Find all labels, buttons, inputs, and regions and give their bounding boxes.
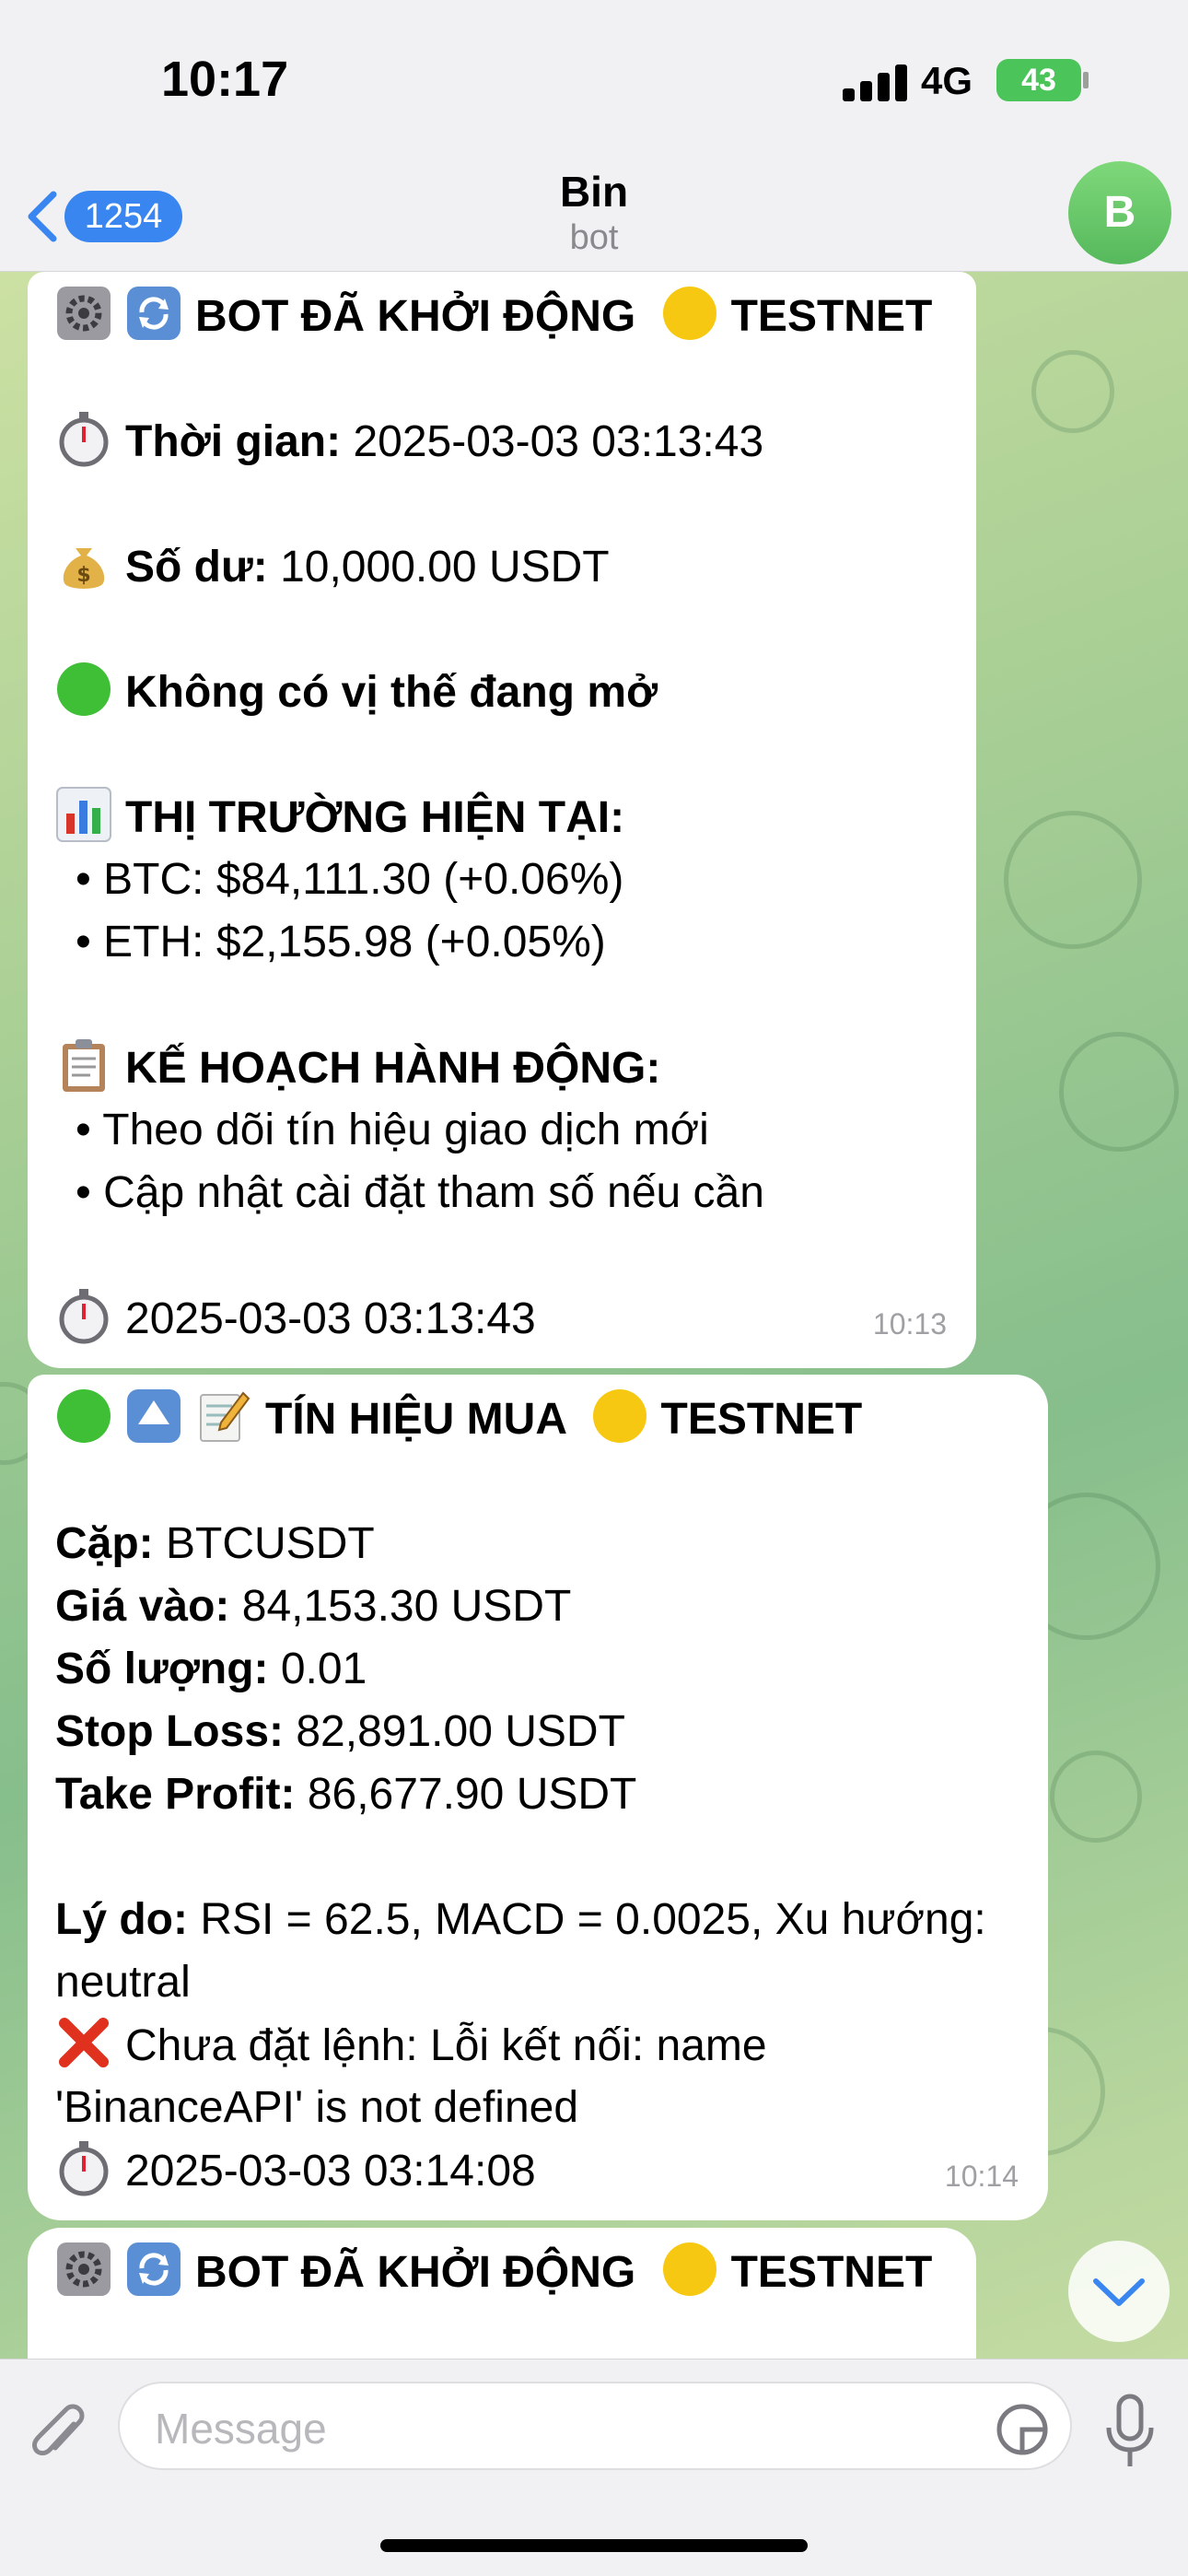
stopwatch-icon <box>59 1289 109 1344</box>
paperclip-icon[interactable] <box>26 2396 92 2470</box>
green-circle-icon <box>57 1389 111 1443</box>
yellow-circle-icon <box>592 1389 646 1443</box>
message-title: BOT ĐÃ KHỞI ĐỘNG <box>195 2248 636 2297</box>
money-bag-icon: $ <box>63 548 105 589</box>
entry-label: Giá vào: <box>55 1582 230 1631</box>
cellular-signal-icon <box>843 63 907 101</box>
reason-text-continued: neutral <box>55 1958 191 2007</box>
sticker-icon[interactable] <box>995 2402 1050 2457</box>
network-tag: TESTNET <box>660 1395 863 1444</box>
refresh-icon <box>127 287 181 340</box>
network-tag: TESTNET <box>730 2248 933 2297</box>
balance-value: 10,000.00 USDT <box>280 543 610 591</box>
plan-item: • Theo dõi tín hiệu giao dịch mới <box>76 1106 709 1154</box>
pair-label: Cặp: <box>55 1519 154 1568</box>
gear-icon <box>57 2242 111 2296</box>
message-title: TÍN HIỆU MUA <box>265 1395 566 1444</box>
bar-chart-icon <box>56 787 111 842</box>
home-indicator <box>380 2539 808 2552</box>
message-title-line: TÍN HIỆU MUA TESTNET <box>55 1388 862 1451</box>
take-profit-row: Take Profit: 86,677.90 USDT <box>55 1763 636 1826</box>
quantity-label: Số lượng: <box>55 1645 269 1693</box>
refresh-icon <box>127 2242 181 2296</box>
error-row: Chưa đặt lệnh: Lỗi kết nối: name <box>55 2014 767 2078</box>
chat-title[interactable]: Bin <box>0 167 1188 217</box>
take-profit-label: Take Profit: <box>55 1770 296 1819</box>
entry-value: 84,153.30 USDT <box>241 1582 572 1631</box>
stopwatch-icon <box>59 2141 109 2196</box>
status-time: 10:17 <box>161 52 289 107</box>
avatar[interactable]: B <box>1068 161 1171 264</box>
battery-icon: 43 <box>996 59 1081 101</box>
footer-time-row: 2025-03-03 03:14:08 <box>55 2139 536 2203</box>
error-text-continued: 'BinanceAPI' is not defined <box>55 2083 579 2132</box>
plan-item: • Cập nhật cài đặt tham số nếu cần <box>76 1168 764 1217</box>
message-bubble[interactable]: BOT ĐÃ KHỞI ĐỘNG TESTNET Thời gian: 2025… <box>28 272 976 1368</box>
microphone-icon[interactable] <box>1100 2393 1160 2472</box>
quantity-row: Số lượng: 0.01 <box>55 1638 367 1701</box>
yellow-circle-icon <box>662 2242 716 2296</box>
message-title-line: BOT ĐÃ KHỞI ĐỘNG TESTNET <box>55 285 932 348</box>
message-input[interactable]: Message <box>118 2382 1072 2470</box>
pair-row: Cặp: BTCUSDT <box>55 1513 375 1575</box>
balance-label: Số dư: <box>125 543 268 591</box>
chat-subtitle: bot <box>569 218 619 257</box>
quantity-value: 0.01 <box>280 1645 367 1693</box>
time-value: 2025-03-03 03:13:43 <box>353 417 764 466</box>
chevron-down-icon <box>1093 2278 1145 2306</box>
message-placeholder: Message <box>155 2405 327 2453</box>
plan-heading: KẾ HOẠCH HÀNH ĐỘNG: <box>125 1044 661 1093</box>
stop-loss-value: 82,891.00 USDT <box>296 1707 625 1756</box>
position-status: Không có vị thế đang mở <box>125 668 658 717</box>
svg-text:$: $ <box>76 564 90 587</box>
market-item: • BTC: $84,111.30 (+0.06%) <box>76 855 624 904</box>
clipboard-icon <box>63 1039 105 1092</box>
memo-icon <box>200 1391 250 1442</box>
chat-header: 1254 Bin bot B <box>0 161 1188 272</box>
market-heading-row: THỊ TRƯỜNG HIỆN TẠI: <box>55 786 624 849</box>
stop-loss-row: Stop Loss: 82,891.00 USDT <box>55 1701 625 1763</box>
balance-row: $ Số dư: 10,000.00 USDT <box>55 535 610 599</box>
message-bubble[interactable]: TÍN HIỆU MUA TESTNET Cặp: BTCUSDT Giá và… <box>28 1375 1048 2220</box>
footer-time: 2025-03-03 03:14:08 <box>125 2147 536 2195</box>
green-circle-icon <box>57 662 111 716</box>
market-item: • ETH: $2,155.98 (+0.05%) <box>76 918 606 966</box>
footer-time: 2025-03-03 03:13:43 <box>125 1294 536 1343</box>
entry-row: Giá vào: 84,153.30 USDT <box>55 1575 571 1638</box>
take-profit-value: 86,677.90 USDT <box>307 1770 637 1819</box>
battery-level: 43 <box>1021 63 1056 98</box>
footer-time-row: 2025-03-03 03:13:43 <box>55 1287 536 1351</box>
stop-loss-label: Stop Loss: <box>55 1707 284 1756</box>
market-heading: THỊ TRƯỜNG HIỆN TẠI: <box>125 793 625 842</box>
yellow-circle-icon <box>662 287 716 340</box>
message-title: BOT ĐÃ KHỞI ĐỘNG <box>195 292 636 341</box>
scroll-to-bottom-button[interactable] <box>1068 2241 1170 2342</box>
time-label: Thời gian: <box>125 417 342 466</box>
battery-cap <box>1083 72 1089 88</box>
position-row: Không có vị thế đang mở <box>55 661 658 724</box>
network-type: 4G <box>921 59 973 102</box>
message-timestamp: 10:14 <box>944 2160 1019 2193</box>
message-timestamp: 10:13 <box>872 1307 947 1341</box>
reason-text: RSI = 62.5, MACD = 0.0025, Xu hướng: <box>200 1895 986 1944</box>
cross-mark-icon <box>59 2018 109 2067</box>
pair-value: BTCUSDT <box>166 1519 375 1568</box>
up-arrow-icon <box>127 1389 181 1443</box>
time-row: Thời gian: 2025-03-03 03:13:43 <box>55 410 763 474</box>
reason-row: Lý do: RSI = 62.5, MACD = 0.0025, Xu hướ… <box>55 1889 986 1951</box>
error-text: Chưa đặt lệnh: Lỗi kết nối: name <box>125 2021 767 2070</box>
gear-icon <box>57 287 111 340</box>
reason-label: Lý do: <box>55 1895 188 1944</box>
network-tag: TESTNET <box>730 292 933 341</box>
status-bar: 10:17 4G 43 <box>0 0 1188 161</box>
stopwatch-icon <box>59 412 109 467</box>
plan-heading-row: KẾ HOẠCH HÀNH ĐỘNG: <box>55 1036 660 1100</box>
message-title-line: BOT ĐÃ KHỞI ĐỘNG TESTNET <box>55 2241 932 2304</box>
